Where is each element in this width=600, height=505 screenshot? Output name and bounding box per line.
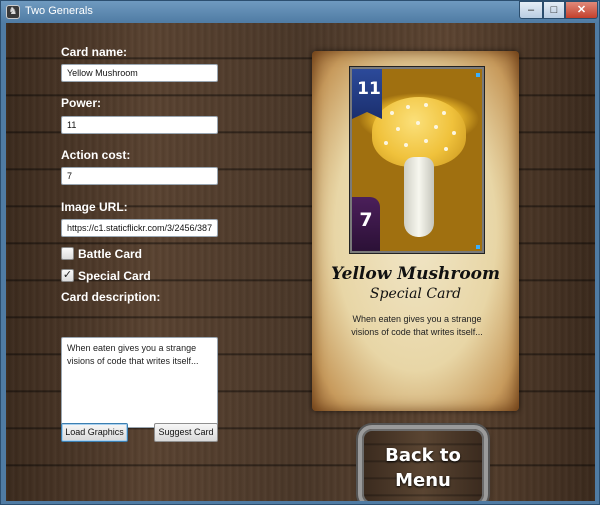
suggest-card-button[interactable]: Suggest Card (154, 423, 218, 442)
maximize-button[interactable]: □ (543, 1, 565, 19)
corner-gem-icon (476, 245, 480, 249)
minimize-button[interactable]: – (519, 1, 543, 19)
corner-gem-icon (476, 73, 480, 77)
card-name-label: Card name: (61, 45, 128, 59)
power-field[interactable]: 11 (61, 116, 218, 134)
battle-card-checkbox[interactable] (61, 247, 74, 260)
card-description-text: When eaten gives you a strange visions o… (351, 314, 483, 337)
card-artwork: 11 7 (349, 66, 485, 254)
battle-card-label[interactable]: Battle Card (78, 247, 142, 261)
window-title: Two Generals (25, 5, 93, 17)
special-card-label[interactable]: Special Card (78, 269, 151, 283)
action-cost-field[interactable]: 7 (61, 167, 218, 185)
back-to-menu-line2: Menu (395, 470, 451, 491)
card-cost-value: 7 (359, 209, 373, 231)
title-bar[interactable]: ♞ Two Generals – □ ✕ (1, 1, 599, 23)
app-window: ♞ Two Generals – □ ✕ Card name: Yellow M… (0, 0, 600, 505)
action-cost-label: Action cost: (61, 148, 131, 162)
back-to-menu-line1: Back to (385, 445, 461, 466)
knight-helmet-icon: ♞ (6, 5, 20, 19)
close-button[interactable]: ✕ (565, 1, 598, 19)
card-title: Yellow Mushroom (330, 264, 500, 284)
card-description-textarea[interactable]: When eaten gives you a strange visions o… (61, 337, 218, 428)
card-description-label: Card description: (61, 290, 161, 304)
card-editor-panel: Card name: Yellow Mushroom Power: 11 Act… (6, 23, 595, 501)
card-power-value: 11 (357, 79, 381, 99)
card-name-field[interactable]: Yellow Mushroom (61, 64, 218, 82)
mushroom-stem-art (404, 157, 434, 237)
special-card-checkbox[interactable]: ✓ (61, 269, 74, 282)
power-label: Power: (61, 96, 102, 110)
card-type: Special Card (369, 286, 462, 302)
back-to-menu-label[interactable]: Back to Menu (362, 443, 484, 493)
image-url-label: Image URL: (61, 200, 128, 214)
card-preview: 11 7 Yellow Mushroom Special Card When e… (312, 51, 519, 411)
load-graphics-button[interactable]: Load Graphics (61, 423, 128, 442)
back-to-menu-button[interactable]: Back to Menu (358, 425, 488, 501)
image-url-field[interactable]: https://c1.staticflickr.com/3/2456/387 (61, 219, 218, 237)
